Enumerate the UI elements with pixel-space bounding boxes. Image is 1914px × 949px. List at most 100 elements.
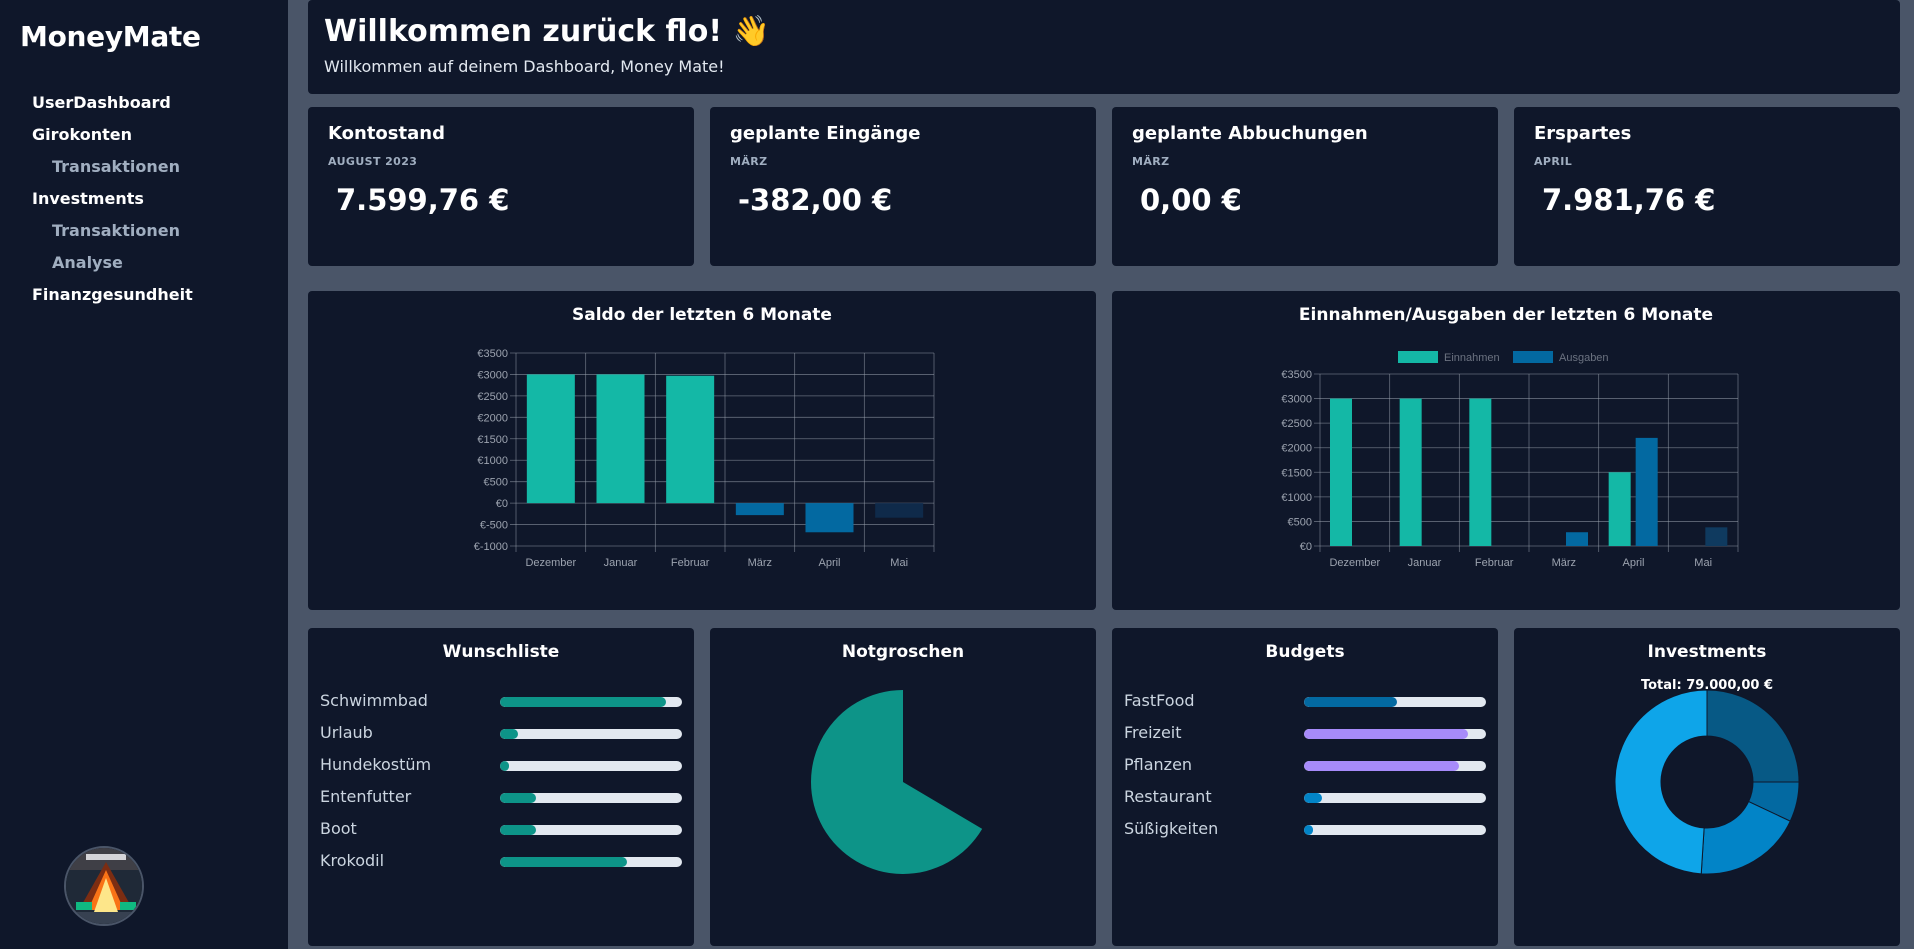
y-tick-label: €500 (1288, 516, 1312, 528)
saldo-chart: €3500 €3000 €2500 €2000 €1500 €1000 €500 €0 €-50… (474, 348, 935, 569)
wishlist-item-progress-track (500, 857, 682, 867)
x-tick-label: März (1552, 557, 1576, 569)
y-tick-label: €500 (484, 477, 508, 489)
bar (596, 374, 645, 504)
notgroschen-pie-chart (811, 690, 983, 874)
bar-ausgaben (1635, 437, 1658, 546)
x-tick-label: Februar (671, 557, 710, 569)
notgroschen-card: Notgroschen (710, 628, 1096, 946)
stat-period: MÄRZ (730, 155, 768, 168)
legend-label: Einnahmen (1444, 352, 1500, 364)
wishlist-title: Wunschliste (442, 642, 560, 662)
stat-period: AUGUST 2023 (328, 155, 418, 168)
budget-item-progress-track (1304, 793, 1486, 803)
x-tick-label: April (818, 557, 840, 569)
sidebar-nav: UserDashboard Girokonten Transaktionen I… (32, 92, 193, 316)
x-tick-label: Mai (1694, 557, 1712, 569)
y-tick-label: €1000 (1281, 492, 1312, 504)
y-tick-label: €3000 (477, 369, 508, 381)
bar-ausgaben (1566, 532, 1588, 546)
saldo-chart-card: Saldo der letzten 6 Monate €3500 €3000 €25… (308, 291, 1096, 610)
budget-item-label: FastFood (1124, 691, 1195, 710)
bar-einnahmen (1608, 472, 1631, 546)
wishlist-item-progress-fill (500, 825, 537, 835)
budget-item-progress-fill (1304, 793, 1323, 803)
bar (735, 503, 784, 516)
bar-einnahmen (1399, 398, 1422, 546)
budget-item-progress-fill (1304, 825, 1314, 835)
budget-item-progress-track (1304, 697, 1486, 707)
wishlist-item-progress-track (500, 761, 682, 771)
income-expense-chart-card: Einnahmen/Ausgaben der letzten 6 Monate … (1112, 291, 1900, 610)
bar (526, 374, 575, 504)
budget-item-progress-track (1304, 729, 1486, 739)
stat-card-geplante-abbuchungen: geplante Abbuchungen MÄRZ 0,00 € (1112, 107, 1498, 266)
stat-card-kontostand: Kontostand AUGUST 2023 7.599,76 € (308, 107, 694, 266)
bar-einnahmen (1469, 398, 1492, 546)
y-tick-label: €-1000 (474, 541, 508, 553)
wishlist-item-label: Boot (320, 819, 357, 838)
sidebar-item-investments[interactable]: Investments (32, 188, 193, 220)
pie-slice (811, 690, 983, 874)
welcome-card: Willkommen zurück flo! 👋 Willkommen auf … (308, 0, 1900, 94)
y-tick-label: €1500 (477, 434, 508, 446)
budget-item-progress-track (1304, 761, 1486, 771)
x-tick-label: Dezember (1329, 557, 1380, 569)
welcome-subtitle: Willkommen auf deinem Dashboard, Money M… (324, 57, 725, 76)
y-tick-label: €0 (496, 498, 508, 510)
bar-einnahmen (1330, 398, 1352, 546)
x-tick-label: April (1622, 557, 1644, 569)
budgets-title: Budgets (1265, 642, 1345, 662)
sidebar-item-investments-transaktionen[interactable]: Transaktionen (32, 220, 193, 252)
sidebar-item-userdashboard[interactable]: UserDashboard (32, 92, 193, 124)
wishlist-item-progress-track (500, 825, 682, 835)
wishlist-item-progress-fill (500, 857, 628, 867)
budget-item-progress-fill (1304, 697, 1397, 707)
sidebar-item-analyse[interactable]: Analyse (32, 252, 193, 284)
stat-title: geplante Eingänge (730, 123, 921, 144)
legend-swatch (1398, 351, 1438, 363)
stat-title: Erspartes (1534, 123, 1632, 144)
legend-label: Ausgaben (1559, 352, 1609, 364)
bar (666, 375, 715, 504)
budgets-card: Budgets FastFood Freizeit Pflanzen Restaura… (1112, 628, 1498, 946)
y-tick-label: €0 (1300, 541, 1312, 553)
stat-value: 7.981,76 € (1542, 183, 1716, 217)
x-tick-label: Januar (1408, 557, 1442, 569)
y-tick-label: €2500 (1281, 418, 1312, 430)
budget-item-label: Freizeit (1124, 723, 1182, 742)
stat-title: Kontostand (328, 123, 445, 144)
stat-card-geplante-eingaenge: geplante Eingänge MÄRZ -382,00 € (710, 107, 1096, 266)
income-expense-chart: €3500 €3000 €2500 €2000 €1500 €1000 €500 €0 Einn… (1281, 351, 1739, 569)
budget-item-progress-track (1304, 825, 1486, 835)
x-tick-label: Dezember (525, 557, 576, 569)
app-brand[interactable]: MoneyMate (20, 20, 201, 53)
budget-item-label: Süßigkeiten (1124, 819, 1219, 838)
wishlist-item-progress-fill (500, 729, 519, 739)
wishlist-item-label: Schwimmbad (320, 691, 428, 710)
y-tick-label: €3000 (1281, 394, 1312, 406)
wishlist-card: Wunschliste Schwimmbad Urlaub Hundekostüm E… (308, 628, 694, 946)
avatar-image (66, 848, 142, 924)
sidebar-item-girokonten[interactable]: Girokonten (32, 124, 193, 156)
sidebar-item-finanzgesundheit[interactable]: Finanzgesundheit (32, 284, 193, 316)
wishlist-item-progress-track (500, 793, 682, 803)
wishlist-item-label: Krokodil (320, 851, 385, 870)
sidebar-item-girokonten-transaktionen[interactable]: Transaktionen (32, 156, 193, 188)
bar-ausgaben (1705, 527, 1728, 546)
x-tick-label: Mai (890, 557, 908, 569)
y-tick-label: €1000 (477, 455, 508, 467)
donut-slice (1706, 689, 1800, 783)
x-tick-label: Februar (1475, 557, 1514, 569)
investments-card: Investments Total: 79.000,00 € (1514, 628, 1900, 946)
wishlist-item-label: Urlaub (320, 723, 373, 742)
bar (875, 503, 924, 518)
wishlist-item-progress-track (500, 729, 682, 739)
budget-item-label: Pflanzen (1124, 755, 1193, 774)
avatar[interactable] (64, 846, 144, 926)
x-tick-label: Januar (604, 557, 638, 569)
stat-title: geplante Abbuchungen (1132, 123, 1368, 144)
sidebar: MoneyMate UserDashboard Girokonten Trans… (0, 0, 288, 949)
bar (805, 503, 854, 533)
budget-item-label: Restaurant (1124, 787, 1212, 806)
